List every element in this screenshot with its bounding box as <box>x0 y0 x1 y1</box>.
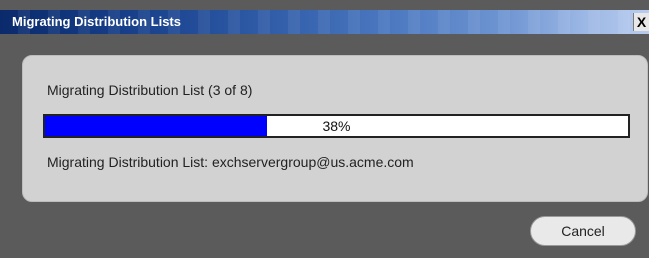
progress-panel: Migrating Distribution List (3 of 8) 38%… <box>22 55 648 202</box>
migration-dialog: Migrating Distribution Lists X Migrating… <box>0 0 649 258</box>
cancel-button[interactable]: Cancel <box>530 216 636 246</box>
progress-status-text: Migrating Distribution List (3 of 8) <box>47 82 253 98</box>
progress-bar: 38% <box>43 114 630 138</box>
window-title: Migrating Distribution Lists <box>12 14 181 29</box>
current-item-text: Migrating Distribution List: exchserverg… <box>47 154 414 170</box>
progress-percent-label: 38% <box>322 118 351 134</box>
close-button[interactable]: X <box>633 13 649 31</box>
title-bar: Migrating Distribution Lists X <box>0 10 649 34</box>
